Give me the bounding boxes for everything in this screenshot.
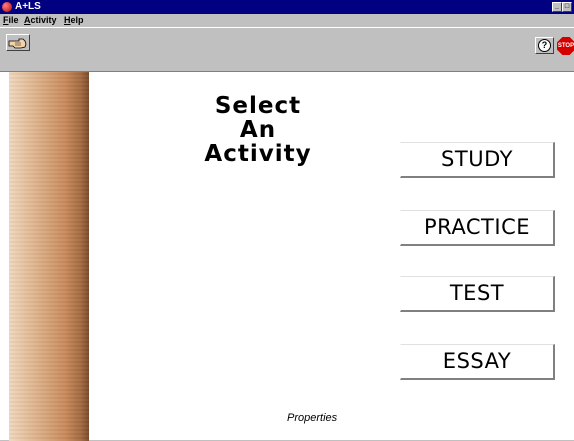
select-activity-heading: Select An Activity [192, 94, 324, 166]
apple-icon [2, 2, 12, 12]
wood-grain [9, 72, 89, 441]
help-button[interactable]: ? [535, 37, 554, 54]
menu-activity[interactable]: Activity [24, 15, 57, 26]
wood-panel [9, 72, 89, 441]
test-button[interactable]: TEST [400, 276, 555, 312]
practice-button[interactable]: PRACTICE [400, 210, 555, 246]
heading-line-3: Activity [204, 141, 312, 167]
menu-help-rest: elp [70, 15, 84, 25]
menu-file-rest: ile [8, 15, 19, 25]
menu-file[interactable]: File [3, 15, 19, 26]
properties-link[interactable]: Properties [287, 412, 337, 424]
title-bar: A+LS _ □ [0, 0, 574, 14]
pointing-hand-icon [8, 38, 27, 49]
pointing-hand-button[interactable] [6, 34, 30, 51]
heading-line-1: Select [214, 93, 302, 119]
study-button[interactable]: STUDY [400, 142, 555, 178]
menu-bar: File Activity Help [0, 14, 574, 27]
essay-button[interactable]: ESSAY [400, 344, 555, 380]
menu-activity-rest: ctivity [30, 15, 57, 25]
window-title: A+LS [15, 1, 41, 12]
content-area: Select An Activity STUDY PRACTICE TEST E… [0, 71, 574, 441]
maximize-button[interactable]: □ [562, 2, 572, 12]
menu-help[interactable]: Help [64, 15, 84, 26]
window-controls: _ □ [552, 2, 572, 12]
toolbar: ? STOP [0, 27, 574, 71]
heading-line-2: An [239, 117, 277, 143]
minimize-button[interactable]: _ [552, 2, 562, 12]
help-icon: ? [538, 39, 551, 52]
stop-sign-icon[interactable]: STOP [557, 37, 574, 55]
